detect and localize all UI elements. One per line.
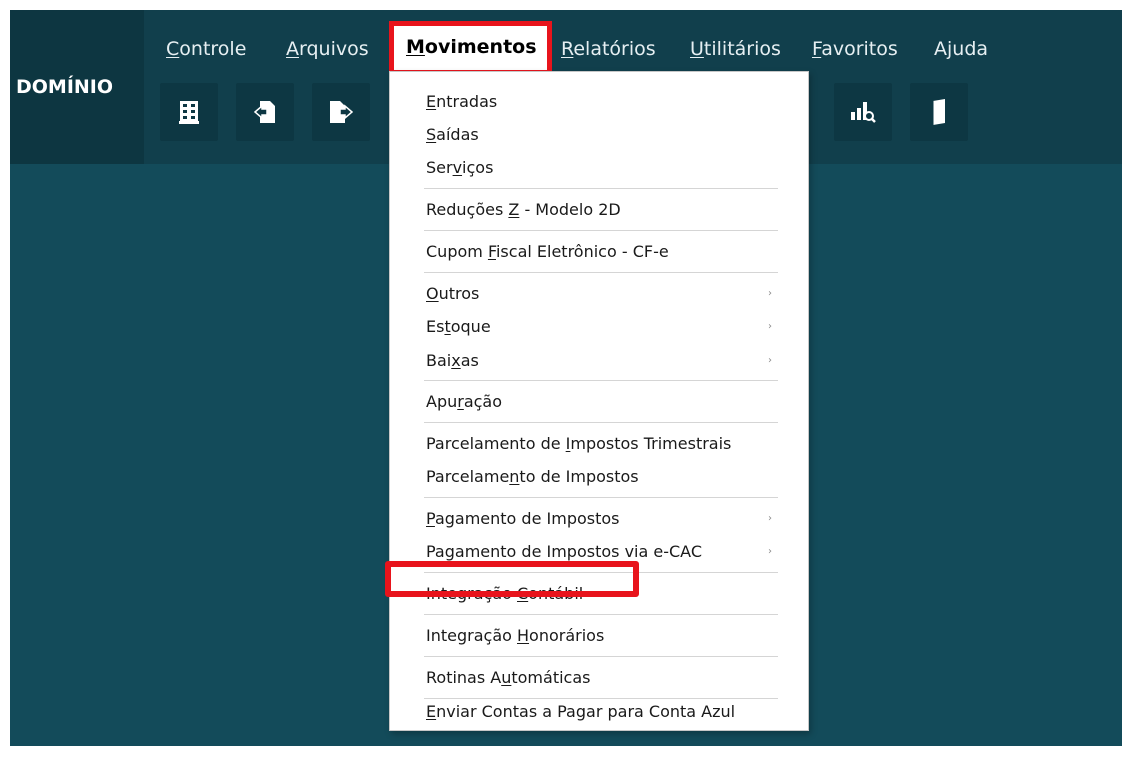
menu-separator [424,188,778,189]
menu-entry-entradas[interactable]: Entradas [426,92,497,111]
toolbar-button-entradas[interactable] [236,83,294,141]
book-icon [932,99,945,125]
menu-entry-pagamento-impostos[interactable]: Pagamento de Impostos [426,509,620,528]
menu-relatorios[interactable]: Relatórios [561,38,656,60]
menu-movimentos[interactable]: Movimentos [389,21,552,75]
submenu-arrow-icon: › [768,513,772,524]
app-window: DOMÍNIO Controle Arquivos Movimentos Rel… [10,10,1122,746]
menubar: Controle Arquivos Movimentos Relatórios … [10,10,1122,75]
menu-entry-estoque[interactable]: Estoque [426,317,491,336]
menu-separator [424,272,778,273]
toolbar-button-relatorio[interactable] [834,83,892,141]
submenu-arrow-icon: › [768,288,772,299]
movimentos-dropdown: Entradas Saídas Serviços Reduções Z - Mo… [389,71,809,731]
menu-entry-saidas[interactable]: Saídas [426,125,479,144]
menu-favoritos[interactable]: Favoritos [812,38,898,60]
menu-entry-reducoes-z[interactable]: Reduções Z - Modelo 2D [426,200,621,219]
submenu-arrow-icon: › [768,355,772,366]
building-icon [179,101,199,124]
menu-entry-apuracao[interactable]: Apuração [426,392,502,411]
chart-search-icon [851,102,876,123]
menu-entry-enviar-contas[interactable]: Enviar Contas a Pagar para Conta Azul [426,702,735,721]
menu-arquivos[interactable]: Arquivos [286,38,369,60]
document-out-icon [330,101,353,123]
menu-entry-cupom-fiscal[interactable]: Cupom Fiscal Eletrônico - CF-e [426,242,669,261]
menu-entry-baixas[interactable]: Baixas [426,351,479,370]
toolbar-button-building[interactable] [160,83,218,141]
menu-separator [424,422,778,423]
highlight-box-integracao-contabil [385,561,639,597]
menu-entry-pagamento-ecac[interactable]: Pagamento de Impostos via e-CAC [426,542,702,561]
menu-controle[interactable]: Controle [166,38,246,60]
menu-entry-servicos[interactable]: Serviços [426,158,493,177]
menu-separator [424,656,778,657]
menu-separator [424,380,778,381]
toolbar-button-saidas[interactable] [312,83,370,141]
menu-entry-integracao-honorarios[interactable]: Integração Honorários [426,626,604,645]
menu-separator [424,230,778,231]
menu-entry-outros[interactable]: Outros [426,284,479,303]
toolbar-button-livro[interactable] [910,83,968,141]
menu-ajuda[interactable]: Ajuda [934,38,988,60]
document-in-icon [254,101,275,123]
submenu-arrow-icon: › [768,546,772,557]
brand-logo-text: DOMÍNIO [16,76,114,98]
menu-entry-parcelamento-impostos[interactable]: Parcelamento de Impostos [426,467,639,486]
menu-entry-rotinas-automaticas[interactable]: Rotinas Automáticas [426,668,590,687]
menu-entry-parcelamento-trimestrais[interactable]: Parcelamento de Impostos Trimestrais [426,434,731,453]
menu-separator [424,614,778,615]
menu-utilitarios[interactable]: Utilitários [690,38,781,60]
menu-separator [424,698,778,699]
submenu-arrow-icon: › [768,321,772,332]
menu-separator [424,497,778,498]
